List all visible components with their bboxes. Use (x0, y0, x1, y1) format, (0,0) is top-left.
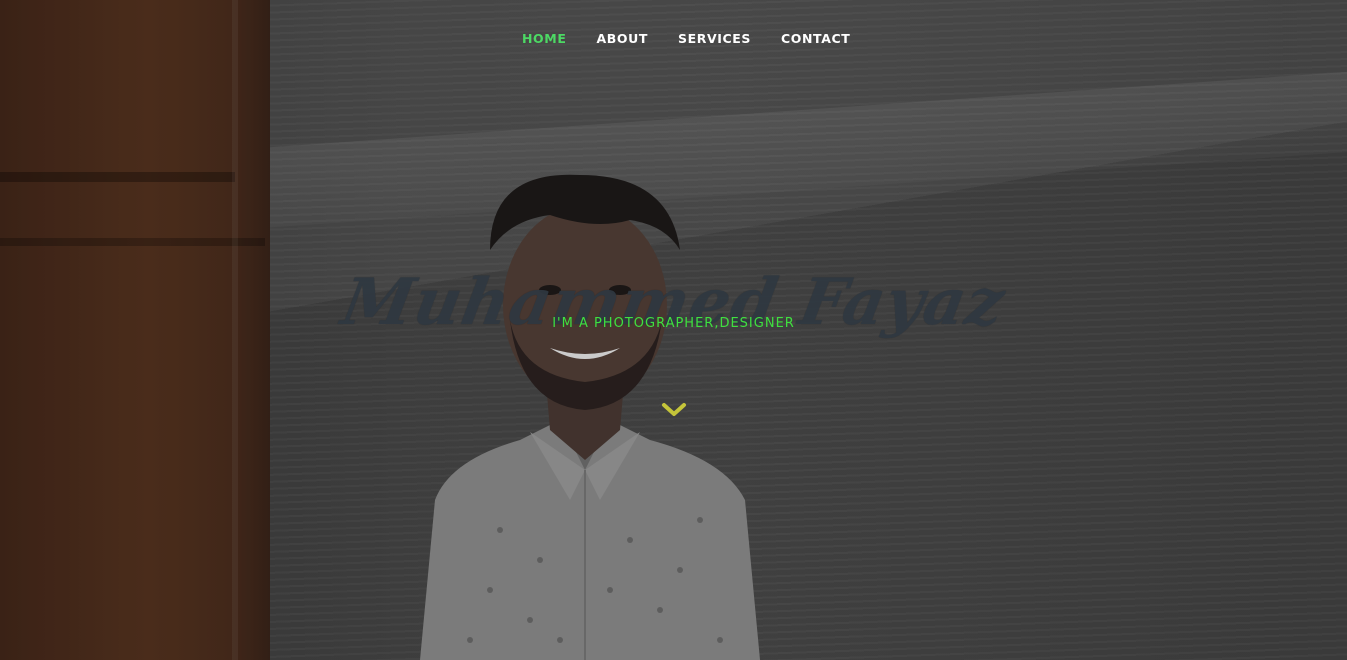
nav-list: HOME ABOUT SERVICES CONTACT (522, 30, 850, 48)
main-navigation: HOME ABOUT SERVICES CONTACT (0, 0, 1347, 76)
nav-link-about[interactable]: ABOUT (596, 31, 648, 46)
nav-item-home: HOME (522, 30, 566, 48)
nav-link-contact[interactable]: CONTACT (781, 31, 850, 46)
nav-link-services[interactable]: SERVICES (678, 31, 751, 46)
nav-item-about: ABOUT (596, 30, 648, 48)
nav-item-services: SERVICES (678, 30, 751, 48)
chevron-down-icon (662, 403, 686, 416)
hero-tagline: I'M A PHOTOGRAPHER,DESIGNER (552, 316, 795, 331)
nav-item-contact: CONTACT (781, 30, 850, 48)
nav-link-home[interactable]: HOME (522, 31, 566, 46)
scroll-down-button[interactable] (661, 400, 687, 420)
hero-section: HOME ABOUT SERVICES CONTACT Muhammed Fay… (0, 0, 1347, 660)
